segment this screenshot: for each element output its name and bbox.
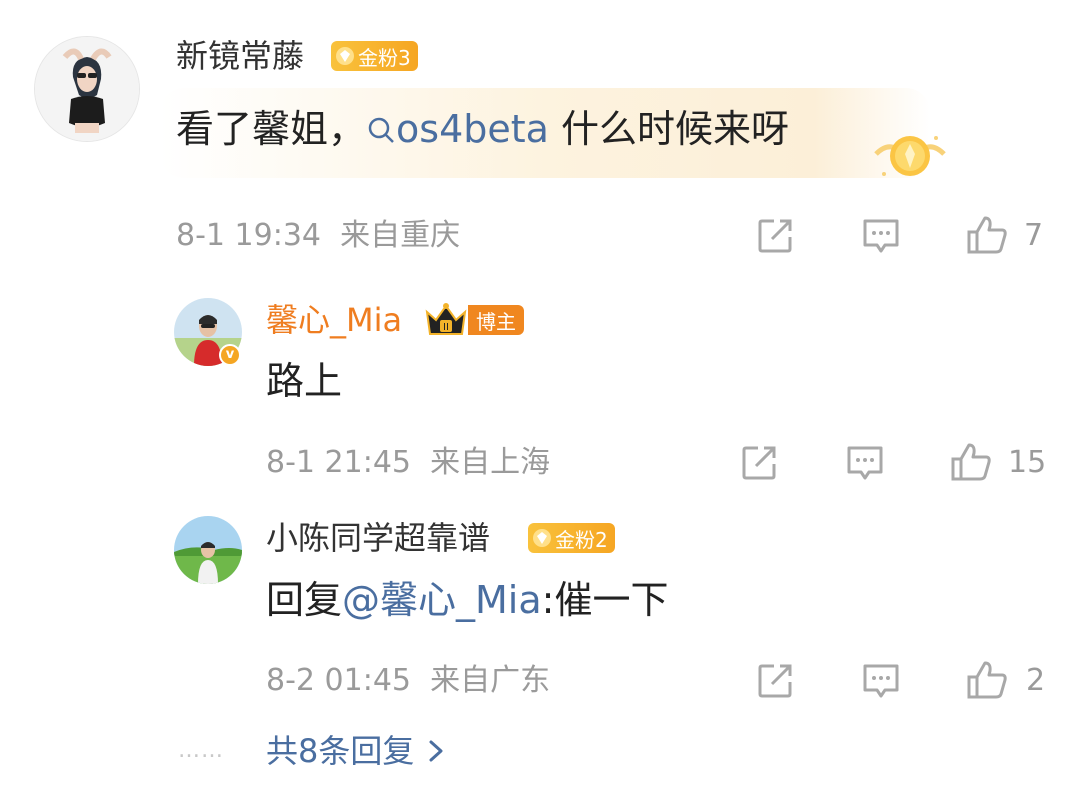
comment-icon [847,446,883,480]
reply-1-comment-button[interactable] [842,440,888,486]
reply-2-like-count: 2 [1026,663,1046,698]
share-icon [742,446,776,480]
gold-fan-decoration [870,128,950,188]
view-all-replies-label: 共8条回复 [266,732,415,770]
reply-1-share-button[interactable] [736,440,782,486]
diamond-icon [336,47,354,65]
more-replies-dots: …… [178,738,224,763]
mention-link[interactable]: os4beta [366,107,549,151]
reply-1-like-count: 15 [1008,445,1047,480]
avatar-reply-user[interactable] [174,516,242,584]
fan-level-text: 金粉3 [358,45,411,70]
reply-2-share-button[interactable] [752,658,798,704]
fan-level-badge: 金粉2 [528,523,615,553]
mention-text: os4beta [396,107,549,151]
search-mention-icon [368,117,394,143]
reply-2-comment-button[interactable] [858,658,904,704]
comment-time: 8-1 19:34 [176,218,321,253]
avatar-main-user[interactable] [34,36,140,142]
like-count: 7 [1024,218,1044,253]
share-icon [758,219,792,253]
main-comment-username[interactable]: 新镜常藤 [176,36,304,76]
reply-2-meta: 8-2 01:45 来自广东 [266,661,550,701]
reply-2-like-button[interactable] [964,657,1010,703]
share-button[interactable] [752,213,798,259]
view-all-replies-link[interactable]: 共8条回复 [266,731,444,771]
like-icon [951,443,991,481]
crown-icon: II [425,303,467,335]
comment-text-after: 什么时候来呀 [548,107,790,151]
reply-prefix: 回复 [266,578,343,622]
reply-1-username[interactable]: 馨心_Mia [266,300,402,340]
verified-badge-icon: v [219,344,241,366]
fan-level-text: 金粉2 [555,527,608,552]
reply-1-like-button[interactable] [948,439,994,485]
comment-icon [863,219,899,253]
blogger-badge: II 博主 [424,302,524,338]
share-icon [758,664,792,698]
like-icon [967,661,1007,699]
comment-text-before: 看了馨姐， [176,107,367,151]
diamond-icon [533,529,551,547]
reply-1-time: 8-1 21:45 [266,445,411,480]
reply-1-meta: 8-1 21:45 来自上海 [266,443,550,483]
crown-level: II [443,322,449,333]
reply-mention-link[interactable]: @馨心_Mia [342,578,542,622]
reply-2-username[interactable]: 小陈同学超靠谱 [266,518,490,558]
main-comment-meta: 8-1 19:34 来自重庆 [176,216,460,256]
fan-level-badge: 金粉3 [331,41,418,71]
reply-1-text: 路上 [266,359,343,403]
comment-location: 来自重庆 [340,218,461,253]
reply-2-text-after: :催一下 [541,578,669,622]
reply-2-time: 8-2 01:45 [266,663,411,698]
reply-2-location: 来自广东 [430,663,551,698]
like-button[interactable] [964,212,1010,258]
main-comment-text: 看了馨姐， os4beta 什么时候来呀 [176,105,789,153]
like-icon [967,216,1007,254]
comment-icon [863,664,899,698]
blogger-badge-text: 博主 [468,305,524,335]
reply-2-text: 回复@馨心_Mia:催一下 [266,576,668,624]
reply-1-location: 来自上海 [430,445,551,480]
reply-button[interactable] [858,213,904,259]
chevron-right-icon [429,740,443,762]
